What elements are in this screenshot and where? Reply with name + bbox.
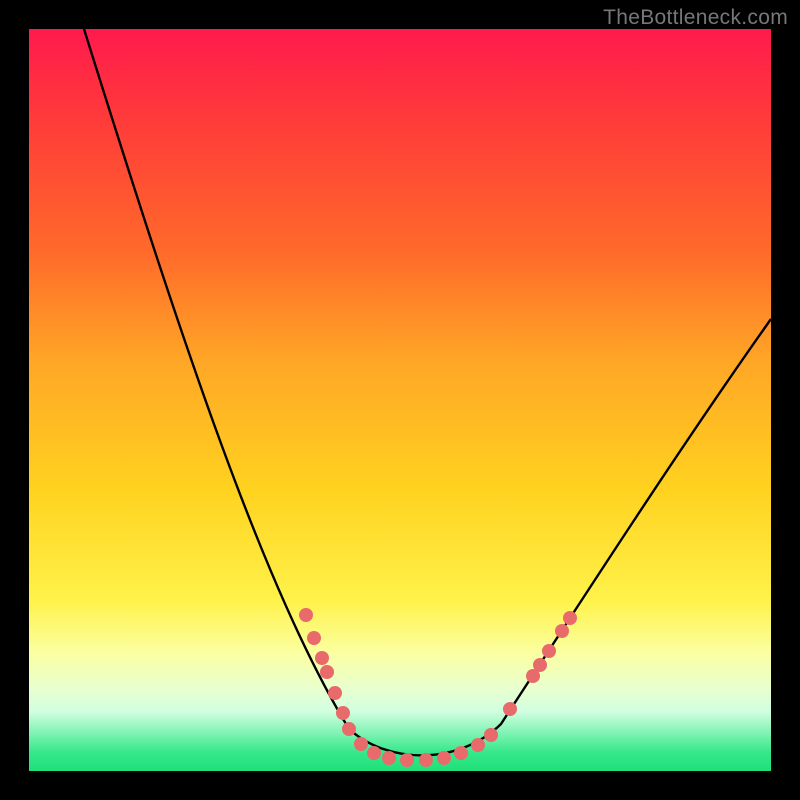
- highlight-bead: [367, 746, 381, 760]
- highlight-bead: [315, 651, 329, 665]
- highlight-bead: [471, 738, 485, 752]
- highlight-bead: [437, 751, 451, 765]
- highlight-bead: [328, 686, 342, 700]
- highlight-beads-group: [299, 608, 577, 767]
- highlight-bead: [526, 669, 540, 683]
- highlight-bead: [336, 706, 350, 720]
- highlight-bead: [400, 753, 414, 767]
- highlight-bead: [382, 751, 396, 765]
- bottleneck-curve: [84, 29, 771, 755]
- highlight-bead: [454, 746, 468, 760]
- highlight-bead: [555, 624, 569, 638]
- highlight-bead: [533, 658, 547, 672]
- highlight-bead: [563, 611, 577, 625]
- highlight-bead: [484, 728, 498, 742]
- highlight-bead: [299, 608, 313, 622]
- highlight-bead: [503, 702, 517, 716]
- highlight-bead: [354, 737, 368, 751]
- highlight-bead: [342, 722, 356, 736]
- watermark-text: TheBottleneck.com: [603, 6, 788, 30]
- highlight-bead: [320, 665, 334, 679]
- highlight-bead: [419, 753, 433, 767]
- chart-svg: [29, 29, 771, 771]
- highlight-bead: [542, 644, 556, 658]
- chart-plot-area: [29, 29, 771, 771]
- highlight-bead: [307, 631, 321, 645]
